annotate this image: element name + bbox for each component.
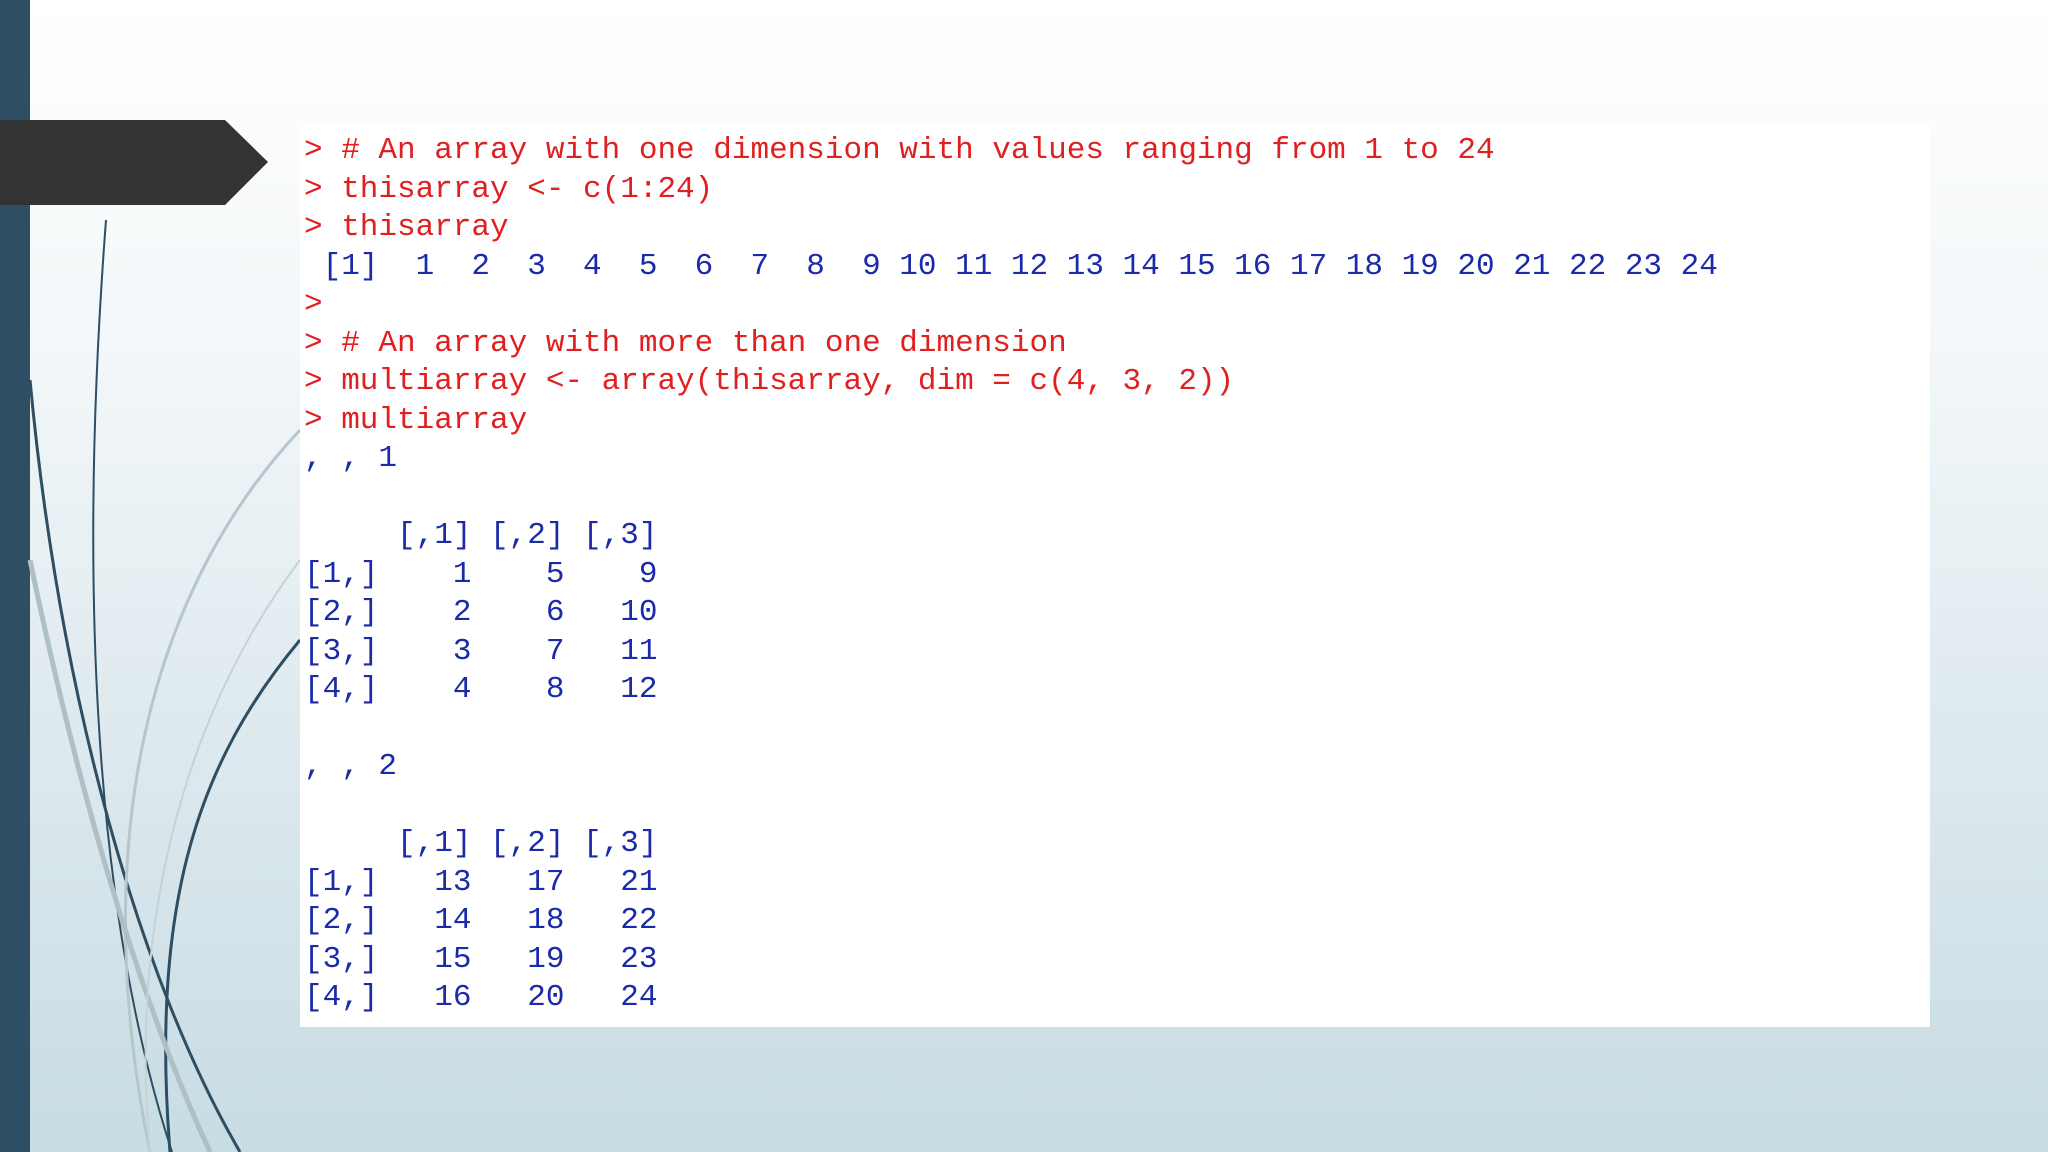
console-line: [2,] 14 18 22: [304, 903, 658, 938]
console-line: > multiarray <- array(thisarray, dim = c…: [304, 364, 1235, 399]
console-line: > # An array with more than one dimensio…: [304, 325, 1067, 361]
console-line: [3,] 3 7 11: [304, 633, 658, 669]
console-line: > thisarray: [304, 210, 509, 245]
console-line: [4,] 16 20 24: [304, 980, 658, 1015]
console-line: [,1] [,2] [,3]: [304, 826, 658, 861]
console-line: >: [304, 287, 323, 322]
console-line: [4,] 4 8 12: [304, 672, 658, 707]
console-line: [1,] 13 17 21: [304, 864, 658, 900]
console-line: > multiarray: [304, 402, 528, 438]
console-line: , , 1: [304, 441, 398, 476]
console-line: [1] 1 2 3 4 5 6 7 8 9 10 11 12 13 14 15 …: [304, 248, 1718, 284]
console-line: > thisarray <- c(1:24): [304, 171, 714, 207]
r-console-screenshot: > # An array with one dimension with val…: [300, 124, 1930, 1027]
console-line: > # An array with one dimension with val…: [304, 133, 1495, 168]
arrow-tab-shape: [0, 120, 268, 205]
console-lines: > # An array with one dimension with val…: [304, 132, 1718, 1018]
console-line: [1,] 1 5 9: [304, 556, 658, 592]
console-line: [3,] 15 19 23: [304, 941, 658, 977]
console-line: , , 2: [304, 749, 398, 784]
console-line: [2,] 2 6 10: [304, 595, 658, 630]
console-line: [,1] [,2] [,3]: [304, 518, 658, 553]
